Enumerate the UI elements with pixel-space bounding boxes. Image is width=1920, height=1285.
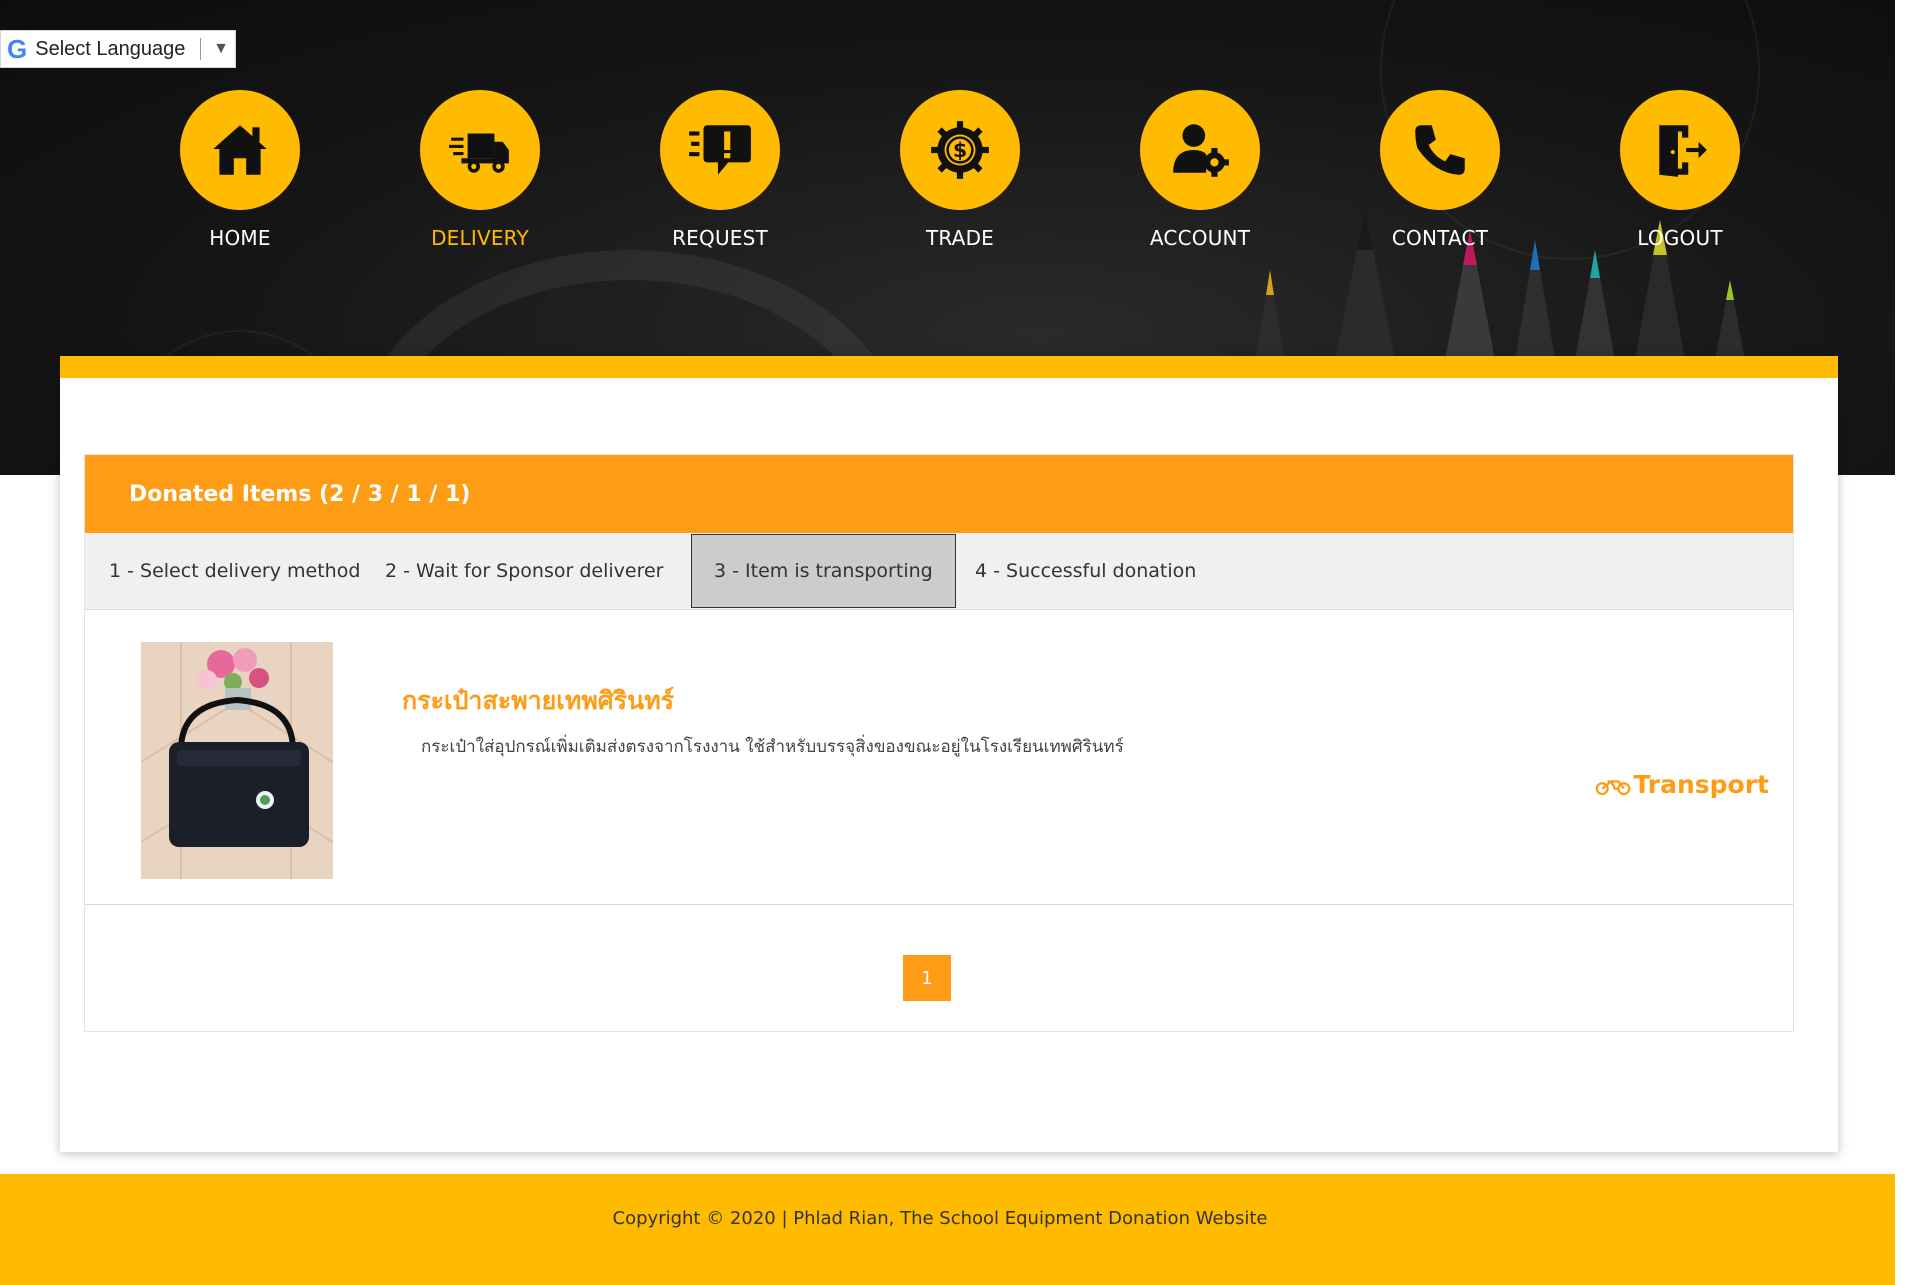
nav-label-home[interactable]: HOME xyxy=(209,226,270,250)
page-right-edge xyxy=(1895,0,1920,1285)
nav-trade-circle[interactable]: $ xyxy=(900,90,1020,210)
nav-item-account[interactable]: ACCOUNT xyxy=(1100,90,1300,250)
tab-select-delivery-method[interactable]: 1 - Select delivery method xyxy=(87,533,382,609)
nav-item-logout[interactable]: LOGOUT xyxy=(1580,90,1780,250)
main-content-card: Donated Items (2 / 3 / 1 / 1) 1 - Select… xyxy=(60,356,1838,1152)
delivery-status-tabs: 1 - Select delivery method 2 - Wait for … xyxy=(85,533,1793,610)
logout-door-icon xyxy=(1659,125,1707,177)
donated-items-panel: Donated Items (2 / 3 / 1 / 1) 1 - Select… xyxy=(84,454,1794,1032)
bag-photo-image xyxy=(141,642,333,879)
svg-text:$: $ xyxy=(953,138,967,162)
phone-icon xyxy=(1415,125,1465,175)
dropdown-arrow-icon[interactable]: ▼ xyxy=(213,40,229,58)
dollar-gear-icon: $ xyxy=(931,121,989,179)
item-photo[interactable] xyxy=(141,642,333,879)
delivery-truck-icon xyxy=(449,133,509,173)
tab-item-transporting[interactable]: 3 - Item is transporting xyxy=(691,534,956,608)
panel-title: Donated Items (2 / 3 / 1 / 1) xyxy=(129,481,471,507)
nav-item-request[interactable]: REQUEST xyxy=(620,90,820,250)
nav-label-logout[interactable]: LOGOUT xyxy=(1637,226,1722,250)
card-top-accent-bar xyxy=(60,356,1838,378)
panel-header: Donated Items (2 / 3 / 1 / 1) xyxy=(85,455,1793,533)
language-selector-divider xyxy=(200,38,202,60)
pagination-page-1[interactable]: 1 xyxy=(903,955,951,1001)
main-navigation: HOME DELIVERY REQUEST $ TRADE ACCOUNT CO… xyxy=(0,90,1920,260)
google-logo: G xyxy=(7,34,28,64)
nav-label-contact[interactable]: CONTACT xyxy=(1392,226,1488,250)
user-settings-icon xyxy=(1173,124,1229,177)
tab-wait-for-sponsor[interactable]: 2 - Wait for Sponsor deliverer xyxy=(363,533,685,609)
footer: Copyright © 2020 | Phlad Rian, The Schoo… xyxy=(0,1174,1920,1285)
nav-contact-circle[interactable] xyxy=(1380,90,1500,210)
language-selector-label: Select Language xyxy=(35,37,186,60)
nav-label-trade[interactable]: TRADE xyxy=(926,226,994,250)
nav-delivery-circle[interactable] xyxy=(420,90,540,210)
item-description: กระเป๋าใส่อุปกรณ์เพิ่มเติมส่งตรงจากโรงงา… xyxy=(421,737,1124,757)
nav-item-trade[interactable]: $ TRADE xyxy=(860,90,1060,250)
footer-copyright: Copyright © 2020 | Phlad Rian, The Schoo… xyxy=(612,1208,1268,1229)
list-item: กระเป๋าสะพายเทพศิรินทร์ กระเป๋าใส่อุปกรณ… xyxy=(85,611,1793,905)
transport-button-label[interactable]: Transport xyxy=(1633,770,1769,799)
request-alert-icon xyxy=(689,125,751,175)
nav-request-circle[interactable] xyxy=(660,90,780,210)
transport-button[interactable]: Transport xyxy=(1595,770,1769,799)
nav-item-contact[interactable]: CONTACT xyxy=(1340,90,1540,250)
nav-label-request[interactable]: REQUEST xyxy=(672,226,768,250)
nav-item-delivery[interactable]: DELIVERY xyxy=(380,90,580,250)
nav-home-circle[interactable] xyxy=(180,90,300,210)
language-selector[interactable]: G Select Language ▼ xyxy=(0,30,236,68)
tab-successful-donation[interactable]: 4 - Successful donation xyxy=(953,533,1218,609)
nav-account-circle[interactable] xyxy=(1140,90,1260,210)
item-title[interactable]: กระเป๋าสะพายเทพศิรินทร์ xyxy=(402,681,674,721)
nav-item-home[interactable]: HOME xyxy=(140,90,340,250)
motorcycle-icon xyxy=(1596,779,1631,795)
home-icon xyxy=(213,125,267,175)
nav-logout-circle[interactable] xyxy=(1620,90,1740,210)
nav-label-account[interactable]: ACCOUNT xyxy=(1150,226,1250,250)
nav-label-delivery[interactable]: DELIVERY xyxy=(431,226,529,250)
